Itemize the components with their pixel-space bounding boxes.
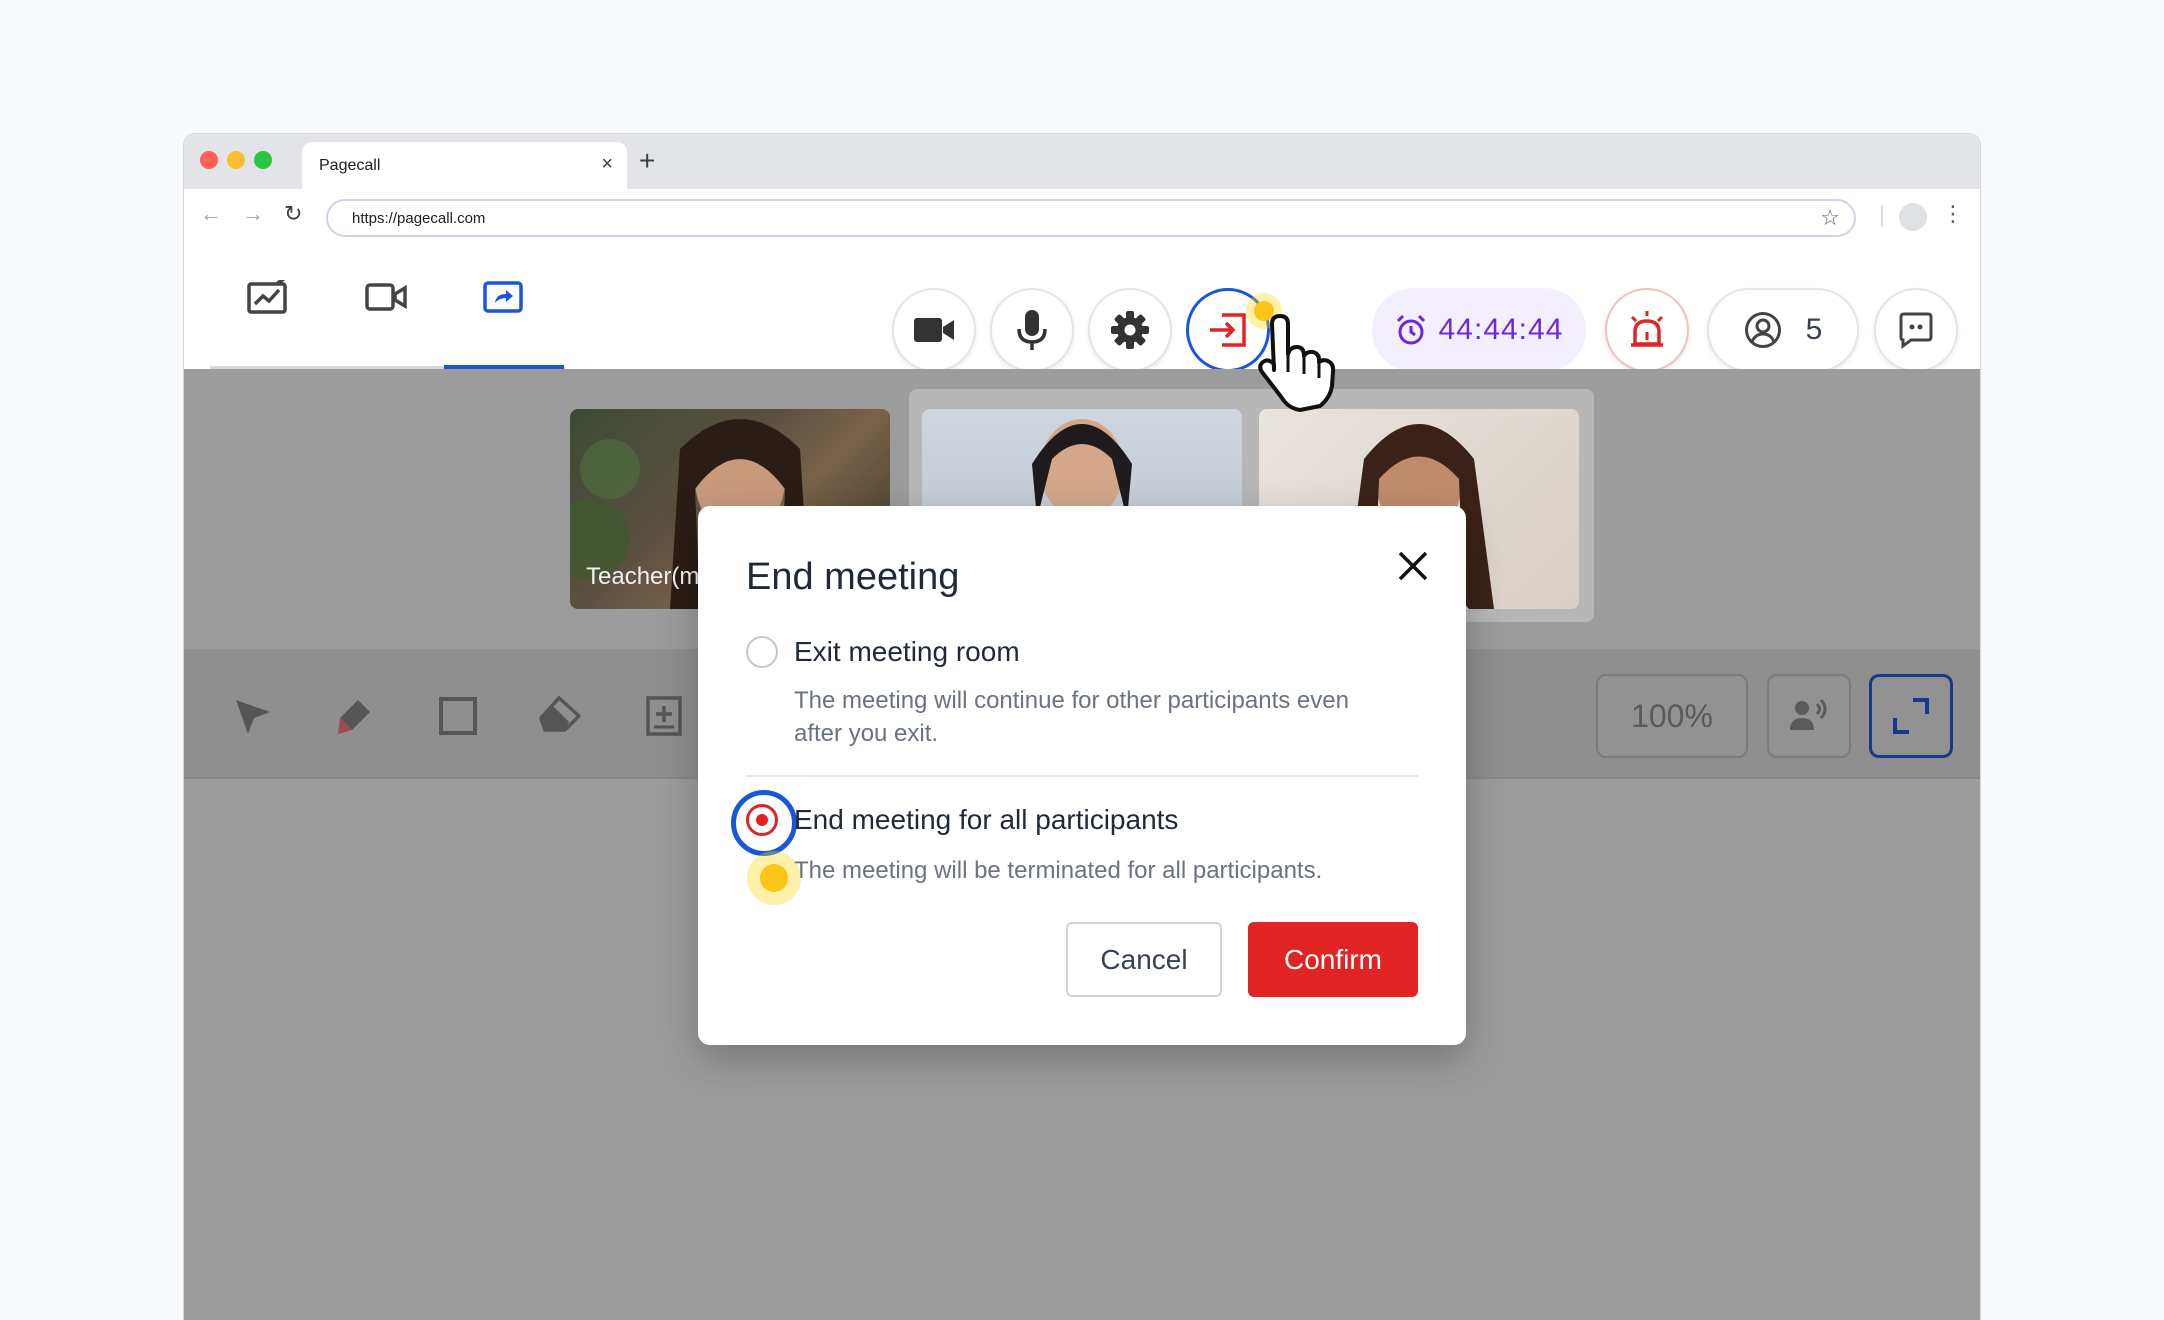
alert-button[interactable]	[1605, 288, 1689, 372]
screen-share-icon	[483, 281, 523, 313]
leave-room-icon	[1210, 313, 1246, 347]
microphone-button[interactable]	[990, 288, 1074, 372]
tab-screen-share[interactable]	[473, 274, 533, 320]
speaker-icon	[1790, 699, 1827, 730]
forward-icon[interactable]: →	[242, 201, 264, 227]
tab-video[interactable]	[356, 274, 416, 320]
end-meeting-dialog: End meeting Exit meeting room The meetin…	[698, 506, 1466, 1045]
add-page-icon	[646, 696, 682, 736]
option-description: The meeting will continue for other part…	[794, 687, 1349, 747]
bookmark-star-icon[interactable]: ☆	[1820, 205, 1840, 231]
tab-close-icon[interactable]: ×	[601, 153, 613, 175]
timer-text: 44:44:44	[1438, 313, 1564, 346]
toolbar-divider	[1881, 205, 1883, 227]
rectangle-icon	[439, 697, 477, 735]
maximize-window-button[interactable]	[254, 151, 272, 169]
chat-button[interactable]	[1874, 288, 1958, 372]
url-field[interactable]: https://pagecall.com ☆	[326, 199, 1856, 237]
tab-whiteboard[interactable]	[238, 274, 298, 320]
option-label: Exit meeting room	[794, 636, 1020, 667]
profile-avatar[interactable]	[1899, 203, 1927, 231]
address-bar-row: ← → ↻ https://pagecall.com ☆ ⋮	[184, 189, 1980, 243]
pen-icon	[338, 700, 370, 734]
alarm-clock-icon	[1396, 314, 1425, 345]
meeting-timer: 44:44:44	[1372, 288, 1586, 372]
browser-menu-icon[interactable]: ⋮	[1942, 201, 1964, 227]
participants-button[interactable]: 5	[1707, 288, 1859, 372]
back-icon[interactable]: ←	[200, 201, 222, 227]
whiteboard-edit-icon	[247, 280, 287, 314]
pointer-tool-button[interactable]	[230, 694, 274, 738]
participant-name: Teacher(m	[586, 563, 700, 590]
click-indicator	[760, 864, 788, 892]
option-label: End meeting for all participants	[794, 804, 1179, 835]
options-divider	[746, 775, 1418, 777]
expand-icon	[1893, 698, 1929, 734]
close-icon	[1398, 551, 1428, 581]
option-description: The meeting will be terminated for all p…	[794, 857, 1323, 884]
browser-tab-bar: Pagecall × +	[184, 134, 1980, 189]
dialog-title: End meeting	[746, 556, 960, 598]
microphone-icon	[1017, 310, 1047, 350]
app-toolbar	[184, 243, 1980, 369]
siren-icon	[1630, 311, 1664, 347]
minimize-window-button[interactable]	[227, 151, 245, 169]
dialog-close-button[interactable]	[1387, 540, 1439, 592]
close-window-button[interactable]	[200, 151, 218, 169]
focus-ring	[731, 790, 797, 856]
chat-bubble-icon	[1899, 312, 1933, 349]
video-camera-outline-icon	[365, 283, 407, 311]
add-page-tool-button[interactable]	[642, 694, 686, 738]
reload-icon[interactable]: ↻	[284, 201, 302, 227]
url-text: https://pagecall.com	[352, 210, 486, 227]
pen-tool-button[interactable]	[332, 694, 376, 738]
pointer-icon	[236, 700, 270, 734]
zoom-level-button[interactable]: 100%	[1596, 674, 1748, 758]
camera-button[interactable]	[892, 288, 976, 372]
fullscreen-button[interactable]	[1869, 674, 1953, 758]
confirm-button[interactable]: Confirm	[1248, 922, 1418, 997]
browser-tab[interactable]: Pagecall ×	[302, 142, 627, 189]
settings-button[interactable]	[1088, 288, 1172, 372]
user-circle-icon	[1744, 312, 1781, 348]
cancel-button[interactable]: Cancel	[1066, 922, 1222, 997]
eraser-tool-button[interactable]	[538, 694, 582, 738]
video-camera-icon	[914, 318, 954, 342]
tab-title: Pagecall	[319, 157, 381, 174]
new-tab-button[interactable]: +	[639, 146, 655, 176]
speaker-view-button[interactable]	[1767, 674, 1851, 758]
exit-room-radio[interactable]	[746, 636, 778, 668]
gear-icon	[1111, 311, 1149, 349]
hand-pointer-icon	[1258, 314, 1336, 412]
participants-count: 5	[1805, 313, 1823, 346]
eraser-icon	[539, 696, 581, 732]
shape-tool-button[interactable]	[436, 694, 480, 738]
